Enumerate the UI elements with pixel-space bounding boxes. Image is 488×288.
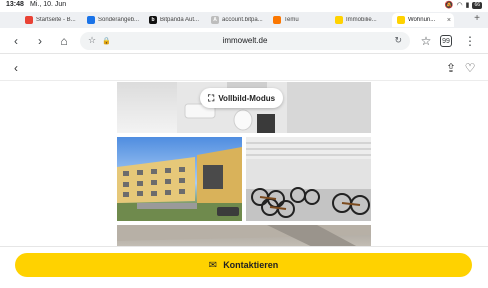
tab-favicon (87, 16, 95, 24)
home-icon[interactable]: ⌂ (56, 33, 72, 49)
photo-building-exterior[interactable] (117, 137, 242, 221)
translate-icon[interactable]: ☆ (418, 33, 434, 49)
signal-icon: ▮ (465, 2, 470, 9)
tab-favicon (397, 16, 405, 24)
tab-startseite[interactable]: Startseite - B... (20, 13, 82, 27)
tab-label: Startseite - B... (36, 17, 76, 23)
tab-strip: Startseite - B... Sonderangeb... b Bitpa… (0, 12, 488, 28)
battery-icon: 66 (472, 1, 482, 9)
tab-sonderangebote[interactable]: Sonderangeb... (82, 13, 144, 27)
status-time: 13:48 (6, 1, 24, 8)
url-text: immowelt.de (222, 36, 268, 45)
contact-bar: ✉ Kontaktieren (0, 246, 488, 288)
tab-bitpanda[interactable]: b Bitpanda Aut... (144, 13, 206, 27)
contact-button[interactable]: ✉ Kontaktieren (15, 253, 472, 277)
wifi-icon: ◠ (456, 2, 463, 9)
tab-temu[interactable]: Temu (268, 13, 330, 27)
status-date: Mi., 10. Jun (30, 1, 67, 8)
fullscreen-label: Vollbild-Modus (218, 93, 276, 103)
tab-wohnungen-active[interactable]: Wohnun... × (392, 13, 454, 27)
tab-label: account.bitpa... (222, 17, 263, 23)
photo-bike-storage[interactable] (246, 137, 371, 221)
tab-favicon (273, 16, 281, 24)
tab-favicon (25, 16, 33, 24)
status-bar: 13:48 Mi., 10. Jun 🔕 ◠ ▮ 66 (0, 0, 488, 12)
tab-favicon (335, 16, 343, 24)
tab-label: Immobilie... (346, 17, 377, 23)
photo-bathroom[interactable]: ⛶ Vollbild-Modus (117, 82, 371, 133)
listing-header: ‹ ⇪ ♡ (0, 55, 488, 81)
tab-favicon: b (149, 16, 157, 24)
back-icon[interactable]: ‹ (8, 60, 24, 76)
photo-gallery: ⛶ Vollbild-Modus (117, 82, 371, 254)
tab-account-bitpanda[interactable]: A account.bitpa... (206, 13, 268, 27)
tab-label: Wohnun... (408, 17, 436, 23)
share-icon[interactable]: ⇪ (443, 60, 459, 76)
tab-immobilien[interactable]: Immobilie... (330, 13, 392, 27)
forward-arrow-icon[interactable]: › (32, 33, 48, 49)
heart-icon[interactable]: ♡ (462, 60, 478, 76)
tab-label: Bitpanda Aut... (160, 17, 200, 23)
browser-toolbar: ‹ › ⌂ ☆ 🔒 immowelt.de ↻ ☆ 99 ⋮ (0, 28, 488, 54)
fullscreen-button[interactable]: ⛶ Vollbild-Modus (200, 88, 284, 108)
tab-label: Temu (284, 17, 299, 23)
tab-label: Sonderangeb... (98, 17, 140, 23)
back-arrow-icon[interactable]: ‹ (8, 33, 24, 49)
address-bar[interactable]: ☆ 🔒 immowelt.de ↻ (80, 32, 410, 50)
tab-favicon: A (211, 16, 219, 24)
fullscreen-icon: ⛶ (208, 92, 215, 103)
menu-dots-icon[interactable]: ⋮ (462, 33, 478, 49)
bike-storage-scene (246, 137, 371, 221)
building-scene (117, 147, 242, 221)
close-tab-icon[interactable]: × (447, 17, 451, 24)
tab-count-button[interactable]: 99 (440, 35, 452, 47)
reload-icon[interactable]: ↻ (394, 35, 402, 46)
new-tab-icon[interactable]: + (474, 13, 480, 24)
mute-icon: 🔕 (444, 2, 454, 9)
contact-label: Kontaktieren (223, 260, 279, 270)
status-icons: 🔕 ◠ ▮ 66 (445, 1, 482, 9)
mail-icon: ✉ (208, 259, 218, 271)
